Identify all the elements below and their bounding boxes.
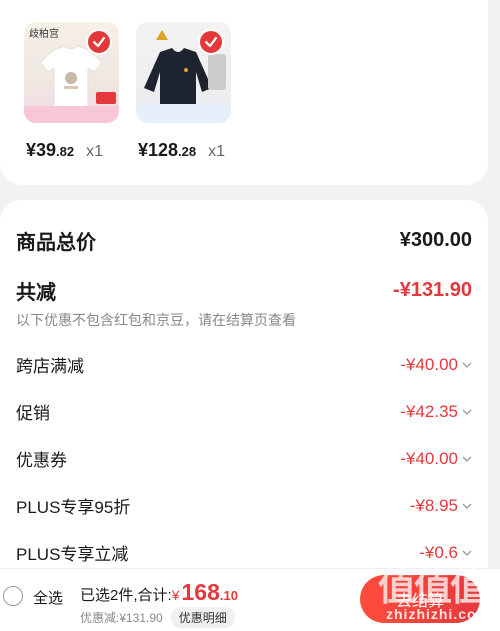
reduce-label: 共减 bbox=[16, 282, 56, 304]
total-label: 商品总价 bbox=[16, 232, 96, 254]
total-decimal: .10 bbox=[219, 588, 238, 603]
discount-amount: -¥40.00 bbox=[400, 448, 458, 468]
discount-row-promotion[interactable]: 促销 -¥42.35 bbox=[16, 399, 472, 424]
product-price: ¥128.28 x1 bbox=[138, 140, 225, 161]
quantity: x1 bbox=[208, 143, 226, 160]
chevron-down-icon[interactable] bbox=[462, 408, 472, 416]
discount-row-coupon[interactable]: 优惠券 -¥40.00 bbox=[16, 446, 472, 471]
discount-value: -¥40.00 bbox=[400, 449, 472, 469]
discount-label: 促销 bbox=[16, 404, 50, 423]
price-decimal: .28 bbox=[178, 144, 197, 159]
discount-amount: -¥42.35 bbox=[400, 401, 458, 421]
discount-text: 优惠减:¥131.90 bbox=[80, 611, 163, 625]
reduce-value: -¥131.90 bbox=[393, 279, 472, 301]
total-value: ¥300.00 bbox=[399, 229, 472, 251]
select-all-radio[interactable] bbox=[3, 586, 23, 606]
discount-summary: 优惠减:¥131.90 优惠明细 bbox=[80, 607, 235, 628]
discount-label: 跨店满减 bbox=[16, 357, 84, 376]
discount-value: -¥8.95 bbox=[410, 496, 472, 516]
side-thumbnail bbox=[208, 54, 226, 90]
discount-row-plus-95[interactable]: PLUS专享95折 -¥8.95 bbox=[16, 493, 472, 518]
product-item[interactable]: 歧柏宫 bbox=[24, 22, 119, 123]
discount-amount: -¥40.00 bbox=[400, 354, 458, 374]
discount-amount: -¥8.95 bbox=[409, 495, 458, 515]
product-item[interactable] bbox=[136, 22, 231, 123]
reduce-row: 共减 -¥131.90 bbox=[16, 276, 472, 305]
chevron-down-icon[interactable] bbox=[462, 455, 472, 463]
brand-logo-icon bbox=[156, 30, 168, 40]
discount-value: -¥40.00 bbox=[400, 355, 472, 375]
total-int: 168 bbox=[181, 579, 220, 605]
select-all-label[interactable]: 全选 bbox=[33, 587, 63, 608]
discount-label: 优惠券 bbox=[16, 451, 67, 470]
price-int: ¥39 bbox=[26, 140, 57, 160]
brand-tag: 歧柏宫 bbox=[29, 29, 59, 40]
promo-strip bbox=[24, 106, 119, 123]
total-currency: ¥ bbox=[171, 587, 180, 603]
quantity: x1 bbox=[86, 143, 104, 160]
product-card: 歧柏宫 ¥39.82 x1 ¥128.28 x1 bbox=[0, 0, 488, 185]
price-decimal: .82 bbox=[56, 144, 75, 159]
selected-text: 已选2件,合计: bbox=[80, 587, 172, 604]
chevron-down-icon[interactable] bbox=[462, 361, 472, 369]
total-row: 商品总价 ¥300.00 bbox=[16, 226, 472, 255]
discount-row-cross-store[interactable]: 跨店满减 -¥40.00 bbox=[16, 352, 472, 377]
discount-label: PLUS专享95折 bbox=[16, 498, 131, 517]
watermark-url: zhizhizhi.com bbox=[386, 606, 490, 622]
discount-value: -¥42.35 bbox=[400, 402, 472, 422]
discount-label: PLUS专享立减 bbox=[16, 545, 129, 564]
promo-badge bbox=[96, 92, 116, 104]
promo-strip bbox=[136, 104, 231, 123]
checked-icon[interactable] bbox=[86, 29, 112, 55]
checked-icon[interactable] bbox=[198, 29, 224, 55]
discount-note: 以下优惠不包含红包和京豆，请在结算页查看 bbox=[16, 312, 296, 328]
price-int: ¥128 bbox=[138, 140, 179, 160]
product-price: ¥39.82 x1 bbox=[26, 140, 103, 161]
watermark-logo: 值值值 bbox=[377, 564, 488, 609]
discount-detail-button[interactable]: 优惠明细 bbox=[170, 607, 235, 628]
selected-summary: 已选2件,合计: ¥ 168 .10 bbox=[80, 579, 238, 606]
chevron-down-icon[interactable] bbox=[462, 502, 472, 510]
